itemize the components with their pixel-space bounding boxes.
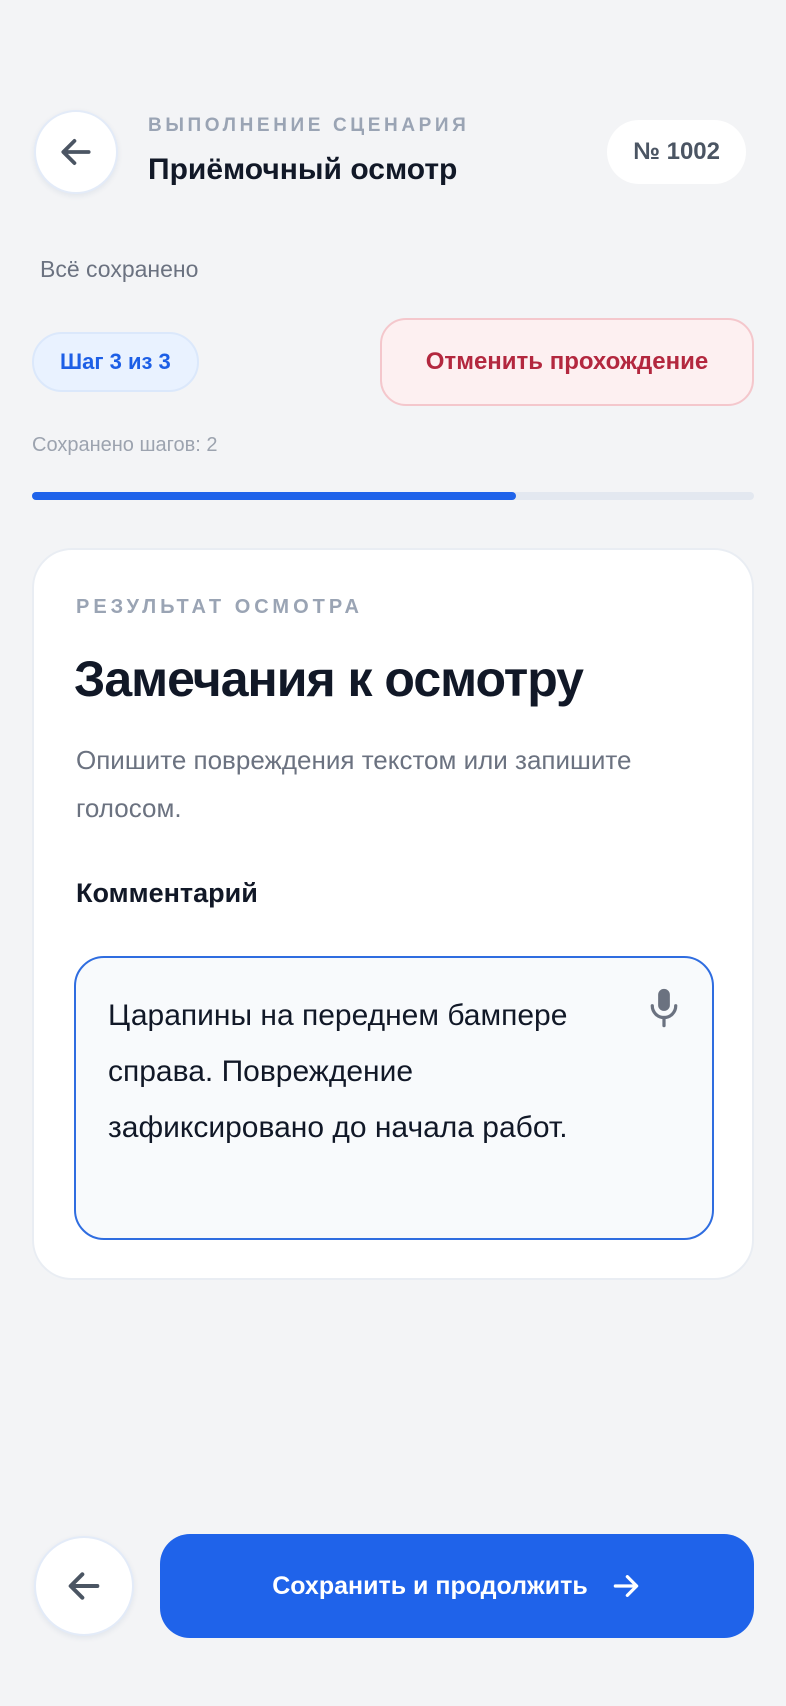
comment-value: Царапины на переднем бампере справа. Пов…	[108, 999, 568, 1144]
arrow-left-icon	[61, 139, 91, 165]
comment-textarea[interactable]: Царапины на переднем бампере справа. Пов…	[74, 956, 714, 1240]
scenario-number-badge: № 1002	[607, 120, 746, 184]
page-title: Приёмочный осмотр	[148, 153, 458, 186]
progress-bar	[32, 492, 754, 500]
step-indicator-badge: Шаг 3 из 3	[32, 332, 199, 392]
save-status-text: Всё сохранено	[40, 256, 199, 282]
save-and-continue-button[interactable]: Сохранить и продолжить	[160, 1534, 754, 1638]
cancel-run-button[interactable]: Отменить прохождение	[380, 318, 754, 406]
arrow-left-icon	[68, 1572, 100, 1600]
save-and-continue-label: Сохранить и продолжить	[272, 1571, 588, 1600]
previous-step-button[interactable]	[34, 1536, 134, 1636]
inspection-result-card: РЕЗУЛЬТАТ ОСМОТРА Замечания к осмотру Оп…	[32, 548, 754, 1280]
header-eyebrow: ВЫПОЛНЕНИЕ СЦЕНАРИЯ	[148, 115, 470, 136]
comment-field-label: Комментарий	[76, 878, 258, 908]
arrow-right-icon	[613, 1575, 639, 1597]
card-eyebrow: РЕЗУЛЬТАТ ОСМОТРА	[76, 596, 363, 618]
card-title: Замечания к осмотру	[74, 651, 584, 707]
scenario-page: ВЫПОЛНЕНИЕ СЦЕНАРИЯ Приёмочный осмотр № …	[0, 0, 786, 1706]
saved-steps-text: Сохранено шагов: 2	[32, 434, 218, 456]
card-description: Опишите повреждения текстом или запишите…	[76, 745, 632, 823]
progress-bar-fill	[32, 492, 516, 500]
header-back-button[interactable]	[34, 110, 118, 194]
microphone-icon[interactable]	[646, 986, 682, 1030]
